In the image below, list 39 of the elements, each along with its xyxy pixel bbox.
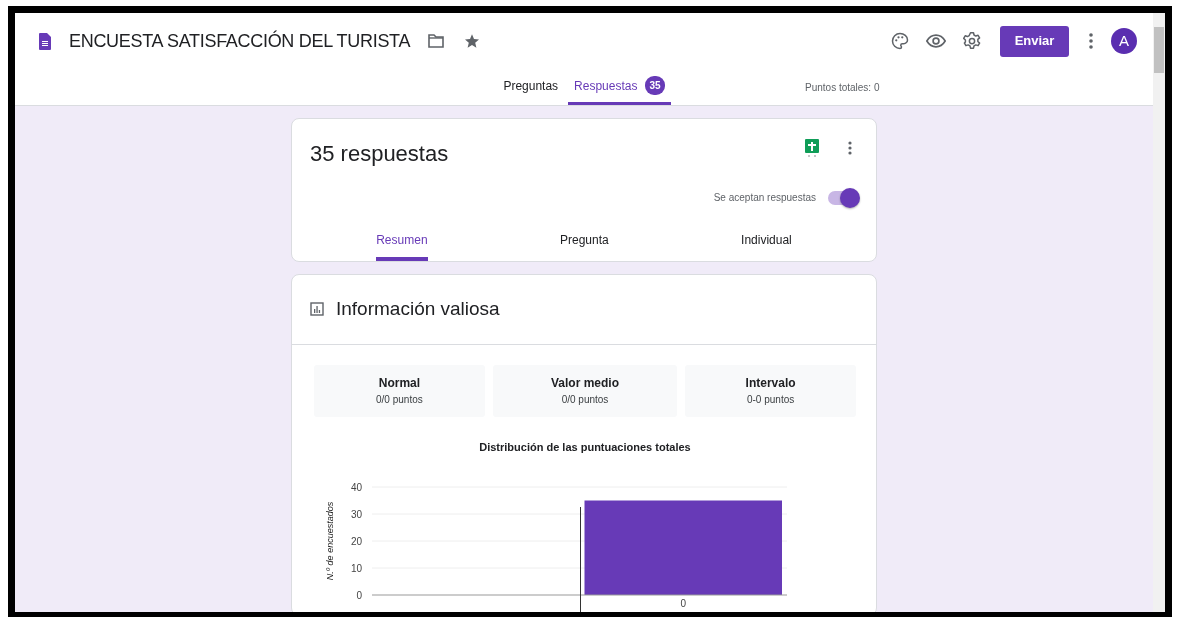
star-icon [464,33,481,49]
tab[interactable]: Preguntas [497,69,565,105]
stat-label: Valor medio [550,375,620,392]
chart-icon [310,302,324,317]
tab[interactable]: Resumen [376,231,428,261]
response-count: 35 respuestas [310,140,450,168]
section-title: Información valiosa [336,297,500,321]
eye-icon [926,34,946,48]
axis-title: N.º de encuestados [325,501,335,581]
avatar[interactable]: A [1111,28,1137,54]
spreadsheet-icon [805,139,819,157]
count-badge: 35 [645,76,665,95]
axis-tick-label: 30 [350,509,362,520]
stat-value: 0-0 puntos [745,393,796,407]
tab[interactable]: Respuestas 35 [568,69,671,105]
stat-label: Intervalo [744,375,797,392]
chart-title: Distribución de las puntuaciones totales [478,439,692,455]
document-icon [39,32,51,50]
stat-value: 0/0 puntos [560,393,610,407]
settings-icon [963,32,981,50]
axis-tick-label: 40 [350,482,362,493]
scrollbar[interactable] [1153,13,1165,612]
stat-value: 0/0 puntos [375,393,424,407]
axis-tick-label: 10 [350,563,362,574]
axis-tick-label: 20 [350,536,362,547]
tab[interactable]: Individual [741,231,792,261]
more-icon [848,141,852,155]
stat-label: Normal [377,375,422,392]
send-button[interactable]: Enviar [1000,25,1069,57]
folder-icon [428,34,445,48]
palette-icon [891,32,909,50]
total-points: Puntos totales: 0 [805,80,880,95]
axis-tick-label: 0 [680,598,687,609]
accepting-toggle[interactable] [828,190,858,205]
toggle-label: Se aceptan respuestas [713,191,816,205]
tab[interactable]: Pregunta [559,231,609,261]
form-title: ENCUESTA SATISFACCIÓN DEL TURISTA [69,29,411,53]
axis-tick-label: 0 [356,590,362,601]
more-icon [1089,33,1093,49]
